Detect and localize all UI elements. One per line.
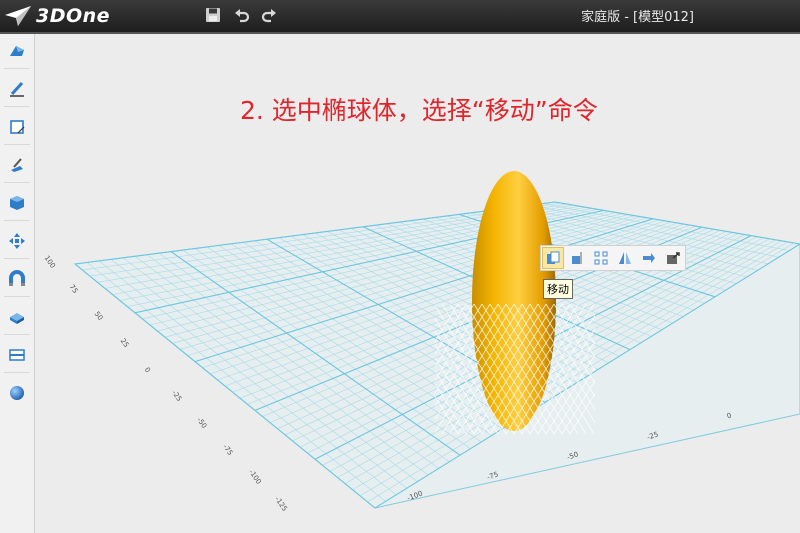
sketch-pencil-icon[interactable]	[4, 76, 30, 102]
material-sphere-icon[interactable]	[4, 380, 30, 406]
magnet-icon[interactable]	[4, 266, 30, 292]
grid-plane	[73, 201, 800, 509]
window-title: 家庭版 - [模型012]	[581, 10, 694, 25]
special-function-icon[interactable]	[4, 190, 30, 216]
tooltip-move: 移动	[543, 279, 573, 299]
viewport-canvas[interactable]: 100 75 50 25 0 -25 -50 -75 -100 -125 -100 -75 -50 -2…	[35, 34, 800, 533]
logo-text: 3DOne	[36, 5, 111, 27]
app-logo: 3DOne	[4, 4, 110, 28]
separator	[4, 68, 30, 69]
paper-plane-icon	[5, 6, 31, 26]
align-icon[interactable]	[566, 247, 588, 269]
sketch-edit-icon[interactable]	[4, 114, 30, 140]
separator	[4, 258, 30, 259]
combine-icon[interactable]	[4, 304, 30, 330]
redo-icon[interactable]	[259, 5, 279, 25]
instruction-text: 2. 选中椭球体，选择“移动”命令	[240, 96, 598, 125]
move-icon[interactable]	[542, 247, 564, 269]
separator	[4, 106, 30, 107]
separator	[4, 220, 30, 221]
title-bar: 3DOne 家庭版 - [模型012]	[0, 0, 800, 34]
left-toolbar	[0, 34, 35, 533]
separator	[4, 144, 30, 145]
save-icon[interactable]	[203, 5, 223, 25]
mini-toolbar	[540, 245, 686, 271]
basic-edit-icon[interactable]	[4, 228, 30, 254]
separator	[4, 334, 30, 335]
array-icon[interactable]	[590, 247, 612, 269]
separator	[4, 182, 30, 183]
mirror-icon[interactable]	[614, 247, 636, 269]
export-icon[interactable]	[662, 247, 684, 269]
separator	[4, 372, 30, 373]
undo-icon[interactable]	[232, 5, 252, 25]
separator	[4, 296, 30, 297]
panel-icon[interactable]	[4, 342, 30, 368]
basic-solid-icon[interactable]	[4, 38, 30, 64]
dr-icon[interactable]	[638, 247, 660, 269]
feature-modify-icon[interactable]	[4, 152, 30, 178]
